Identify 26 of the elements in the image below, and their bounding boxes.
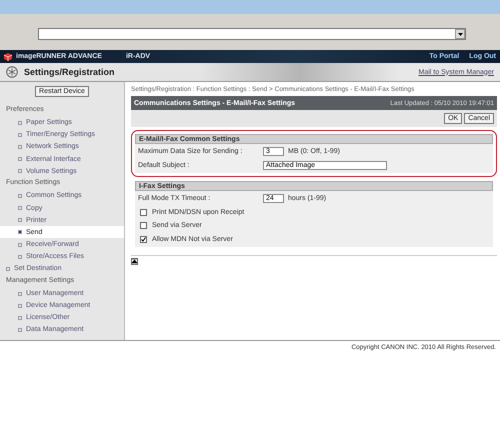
bullet-icon	[18, 242, 22, 247]
bullet-icon	[18, 157, 22, 162]
dropdown-button[interactable]	[455, 29, 465, 39]
scroll-top-button[interactable]	[131, 258, 138, 265]
bullet-icon	[18, 120, 22, 125]
bullet-icon	[6, 266, 10, 271]
bullet-icon	[18, 194, 22, 198]
checkbox[interactable]	[140, 208, 147, 216]
bullet-icon	[18, 206, 22, 210]
cube-icon	[4, 52, 12, 60]
address-field[interactable]	[38, 28, 466, 40]
bullet-icon	[18, 304, 22, 308]
bullet-icon	[18, 292, 22, 296]
bullet-icon	[18, 230, 22, 234]
caret-icon	[458, 32, 462, 36]
page-heading: Settings/Registration	[24, 67, 116, 77]
checkbox[interactable]	[140, 236, 147, 243]
checkbox[interactable]	[140, 222, 147, 230]
bullet-icon	[18, 132, 22, 137]
settings-icon	[6, 66, 18, 78]
bullet-icon	[18, 328, 22, 332]
bullet-icon	[18, 218, 22, 222]
bullet-icon	[18, 144, 22, 149]
bullet-icon	[18, 254, 22, 259]
bullet-icon	[18, 169, 22, 174]
bullet-icon	[18, 316, 22, 320]
